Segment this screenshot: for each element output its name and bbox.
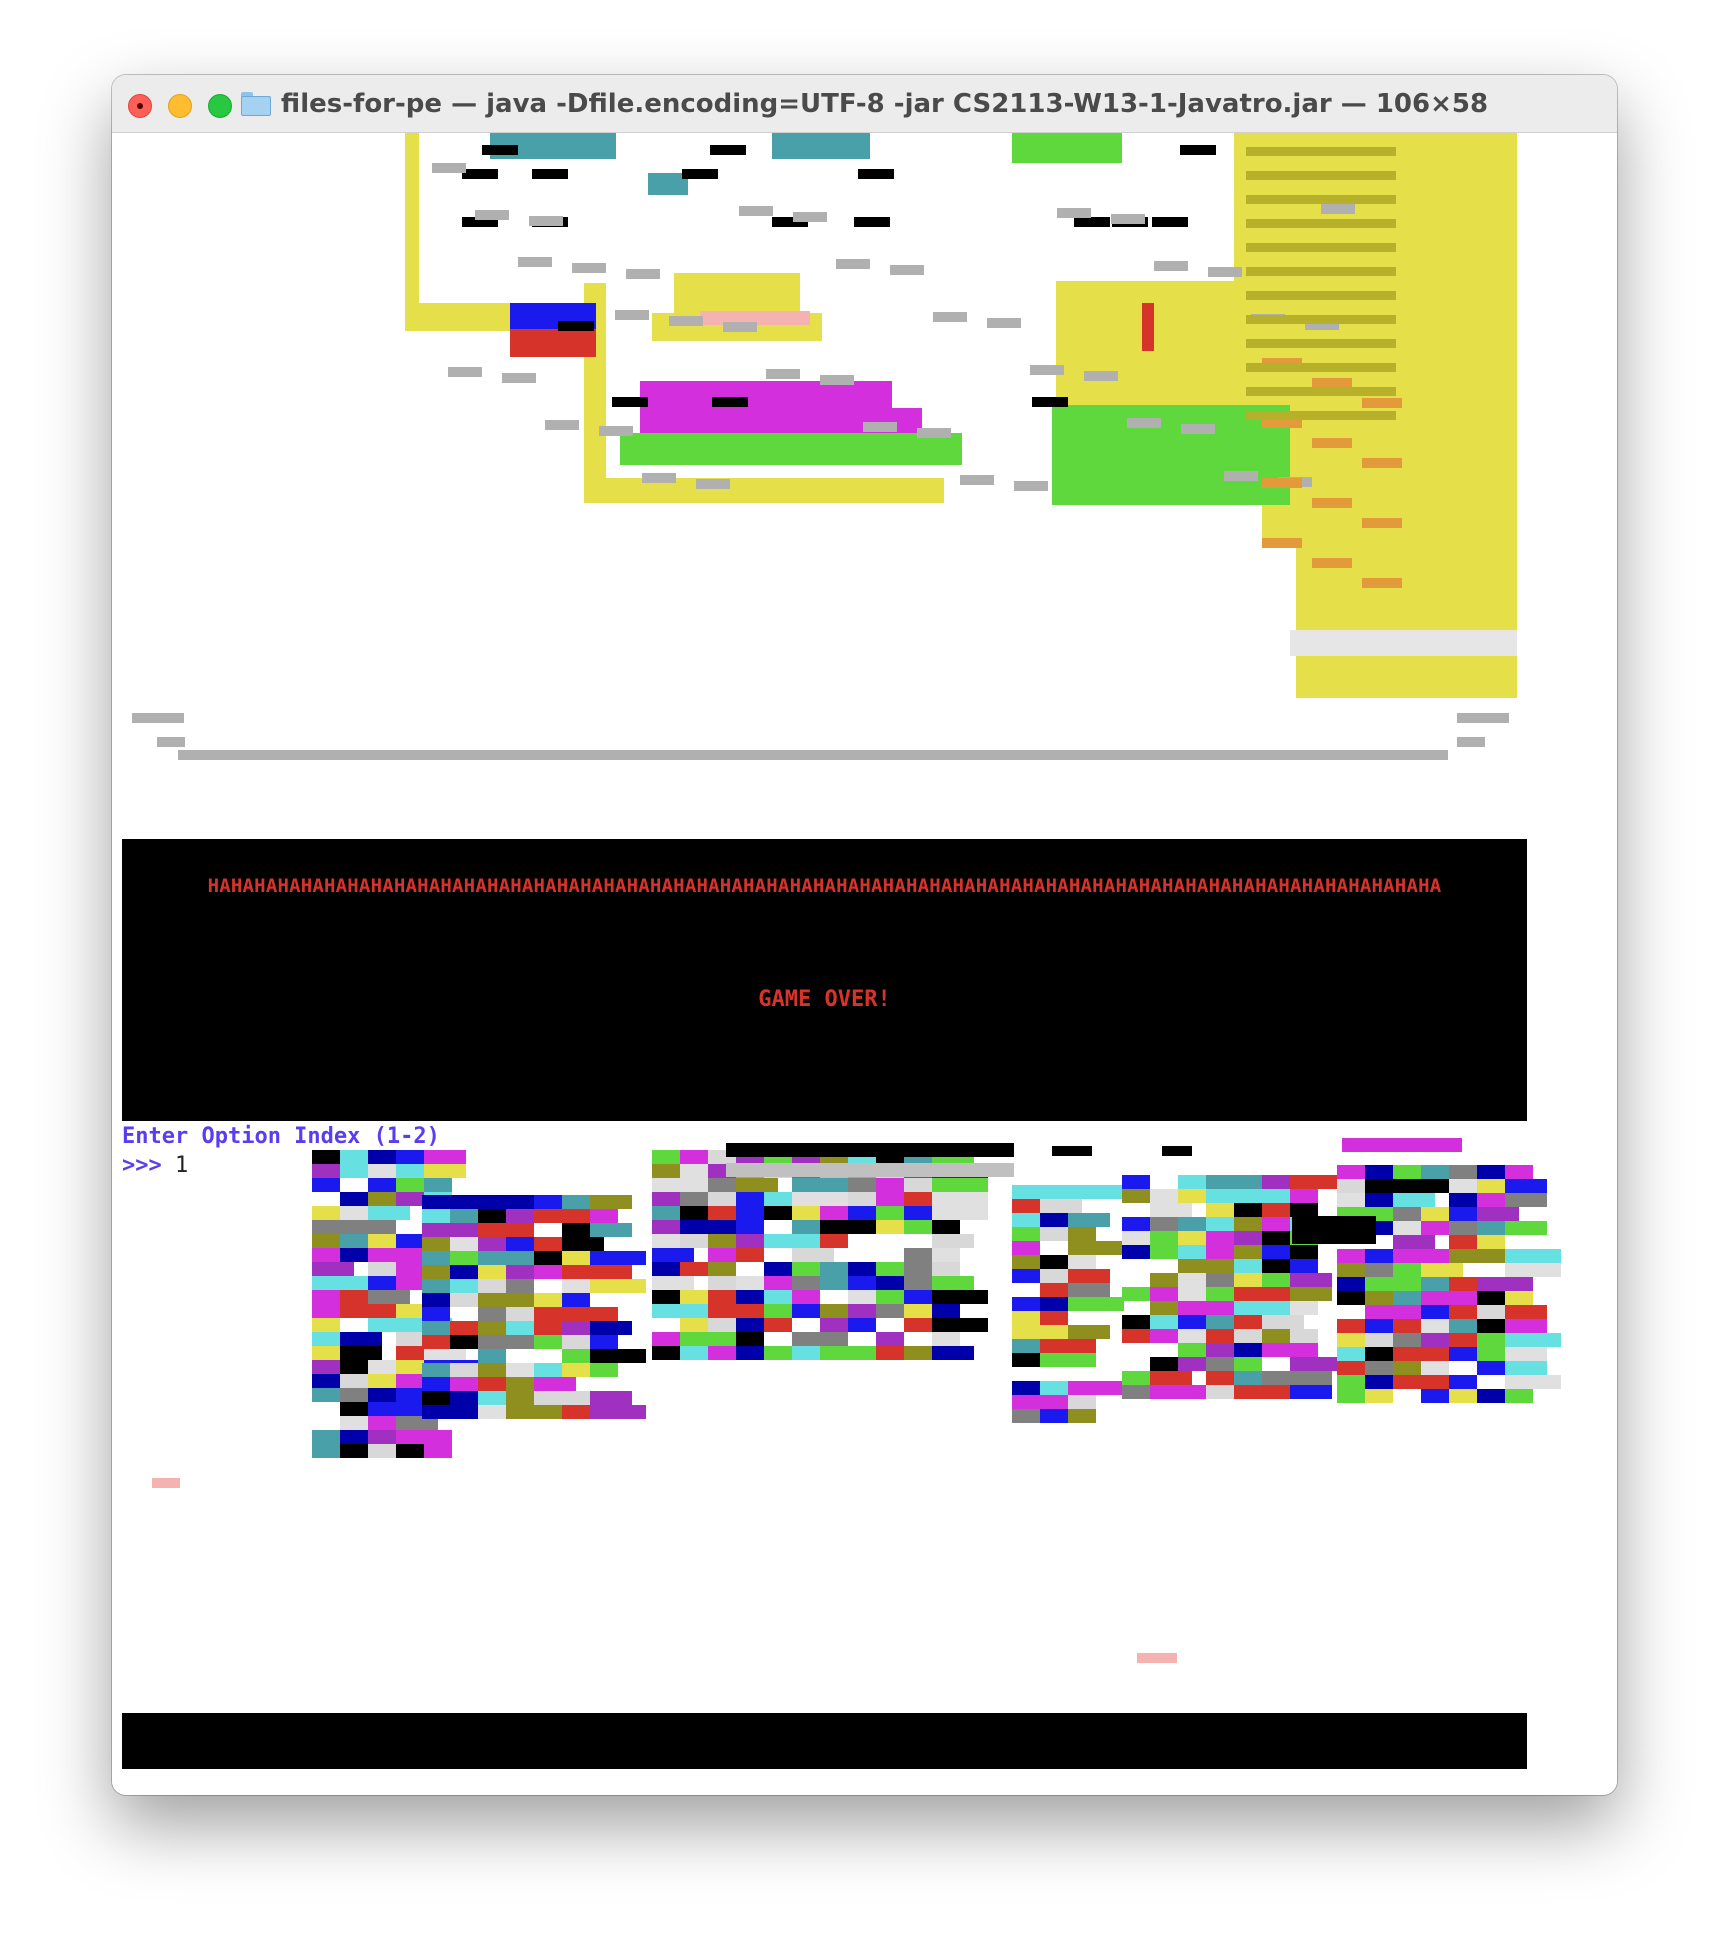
window-title-container: files-for-pe — java -Dfile.encoding=UTF-… xyxy=(112,75,1617,132)
terminal-window: files-for-pe — java -Dfile.encoding=UTF-… xyxy=(112,75,1617,1795)
game-over-panel: HAHAHAHAHAHAHAHAHAHAHAHAHAHAHAHAHAHAHAHA… xyxy=(122,839,1527,1121)
laugh-text: HAHAHAHAHAHAHAHAHAHAHAHAHAHAHAHAHAHAHAHA… xyxy=(207,875,1442,897)
title-bar[interactable]: files-for-pe — java -Dfile.encoding=UTF-… xyxy=(112,75,1617,133)
javatro-logo-art xyxy=(152,1138,1561,1663)
terminal-content[interactable]: HAHAHAHAHAHAHAHAHAHAHAHAHAHAHAHAHAHAHAHA… xyxy=(112,133,1617,1795)
window-title: files-for-pe — java -Dfile.encoding=UTF-… xyxy=(280,88,1489,119)
option-prompt: Enter Option Index (1-2) xyxy=(122,1124,440,1149)
bottom-black-panel xyxy=(122,1713,1527,1769)
input-value: 1 xyxy=(174,1153,189,1178)
input-prefix: >>> xyxy=(122,1153,175,1178)
folder-icon xyxy=(240,91,271,116)
input-line[interactable]: >>> 1 xyxy=(122,1152,188,1180)
game-over-text: GAME OVER! xyxy=(758,987,891,1012)
pixel-art-top-scene xyxy=(132,133,1517,760)
